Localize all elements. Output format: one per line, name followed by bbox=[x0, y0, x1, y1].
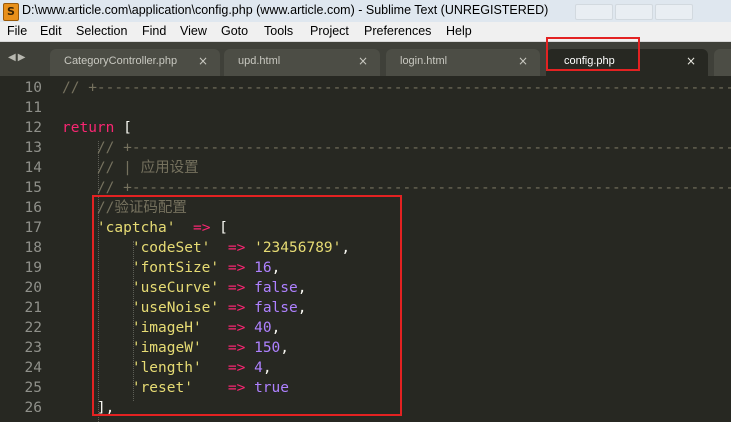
menu-edit[interactable]: Edit bbox=[40, 24, 62, 38]
line-number: 14 bbox=[24, 160, 42, 176]
close-icon[interactable]: × bbox=[198, 54, 208, 68]
active-tab-highlight bbox=[546, 37, 640, 71]
tab-login[interactable]: login.html × bbox=[386, 49, 540, 76]
tab-label: login.html bbox=[400, 55, 448, 67]
tab-categorycontroller[interactable]: CategoryController.php × bbox=[50, 49, 220, 76]
window-title: D:\www.article.com\application\config.ph… bbox=[22, 3, 549, 17]
menu-goto[interactable]: Goto bbox=[221, 24, 248, 38]
line-number: 19 bbox=[24, 260, 42, 276]
code-text: // +------------------------------------… bbox=[62, 138, 731, 158]
code-line: 14 // | 应用设置 bbox=[0, 158, 731, 178]
menu-view[interactable]: View bbox=[180, 24, 207, 38]
line-number: 16 bbox=[24, 200, 42, 216]
line-number: 15 bbox=[24, 180, 42, 196]
line-number: 11 bbox=[24, 100, 42, 116]
menu-selection[interactable]: Selection bbox=[76, 24, 127, 38]
menu-project[interactable]: Project bbox=[310, 24, 349, 38]
menu-find[interactable]: Find bbox=[142, 24, 166, 38]
tab-nav-arrows-icon[interactable]: ◀▶ bbox=[8, 52, 27, 63]
code-token: // +------------------------------------… bbox=[62, 140, 731, 156]
menu-file[interactable]: File bbox=[7, 24, 27, 38]
tab-label: upd.html bbox=[238, 55, 281, 67]
code-line: 12 return [ bbox=[0, 118, 731, 138]
code-token: return bbox=[62, 120, 115, 136]
window-control-ghost bbox=[615, 4, 653, 20]
code-text: // | 应用设置 bbox=[62, 158, 199, 178]
tab-overflow[interactable] bbox=[714, 49, 731, 76]
code-text: // +------------------------------------… bbox=[62, 78, 731, 98]
code-token: // | 应用设置 bbox=[62, 160, 199, 176]
menu-tools[interactable]: Tools bbox=[264, 24, 293, 38]
line-number: 25 bbox=[24, 380, 42, 396]
line-number: 26 bbox=[24, 400, 42, 416]
line-number: 24 bbox=[24, 360, 42, 376]
line-number: 20 bbox=[24, 280, 42, 296]
close-icon[interactable]: × bbox=[358, 54, 368, 68]
code-line: 11 bbox=[0, 98, 731, 118]
line-number: 18 bbox=[24, 240, 42, 256]
title-bar: S D:\www.article.com\application\config.… bbox=[0, 0, 731, 23]
code-token: [ bbox=[114, 120, 132, 136]
sublime-app-icon: S bbox=[3, 3, 19, 21]
window-control-ghost bbox=[655, 4, 693, 20]
tab-upd[interactable]: upd.html × bbox=[224, 49, 380, 76]
code-line: 13 // +---------------------------------… bbox=[0, 138, 731, 158]
line-number: 17 bbox=[24, 220, 42, 236]
menu-preferences[interactable]: Preferences bbox=[364, 24, 431, 38]
line-number: 12 bbox=[24, 120, 42, 136]
code-line: 10 // +----------------------------------… bbox=[0, 78, 731, 98]
code-text: return [ bbox=[62, 118, 132, 138]
code-token: // +------------------------------------… bbox=[62, 80, 731, 96]
captcha-config-highlight bbox=[92, 195, 402, 416]
line-number: 22 bbox=[24, 320, 42, 336]
menu-help[interactable]: Help bbox=[446, 24, 472, 38]
code-token: // +------------------------------------… bbox=[62, 180, 731, 196]
line-number: 23 bbox=[24, 340, 42, 356]
line-number: 10 bbox=[24, 80, 42, 96]
window-control-ghost bbox=[575, 4, 613, 20]
close-icon[interactable]: × bbox=[686, 54, 696, 68]
line-number: 13 bbox=[24, 140, 42, 156]
line-number: 21 bbox=[24, 300, 42, 316]
tab-label: CategoryController.php bbox=[64, 55, 178, 67]
close-icon[interactable]: × bbox=[518, 54, 528, 68]
